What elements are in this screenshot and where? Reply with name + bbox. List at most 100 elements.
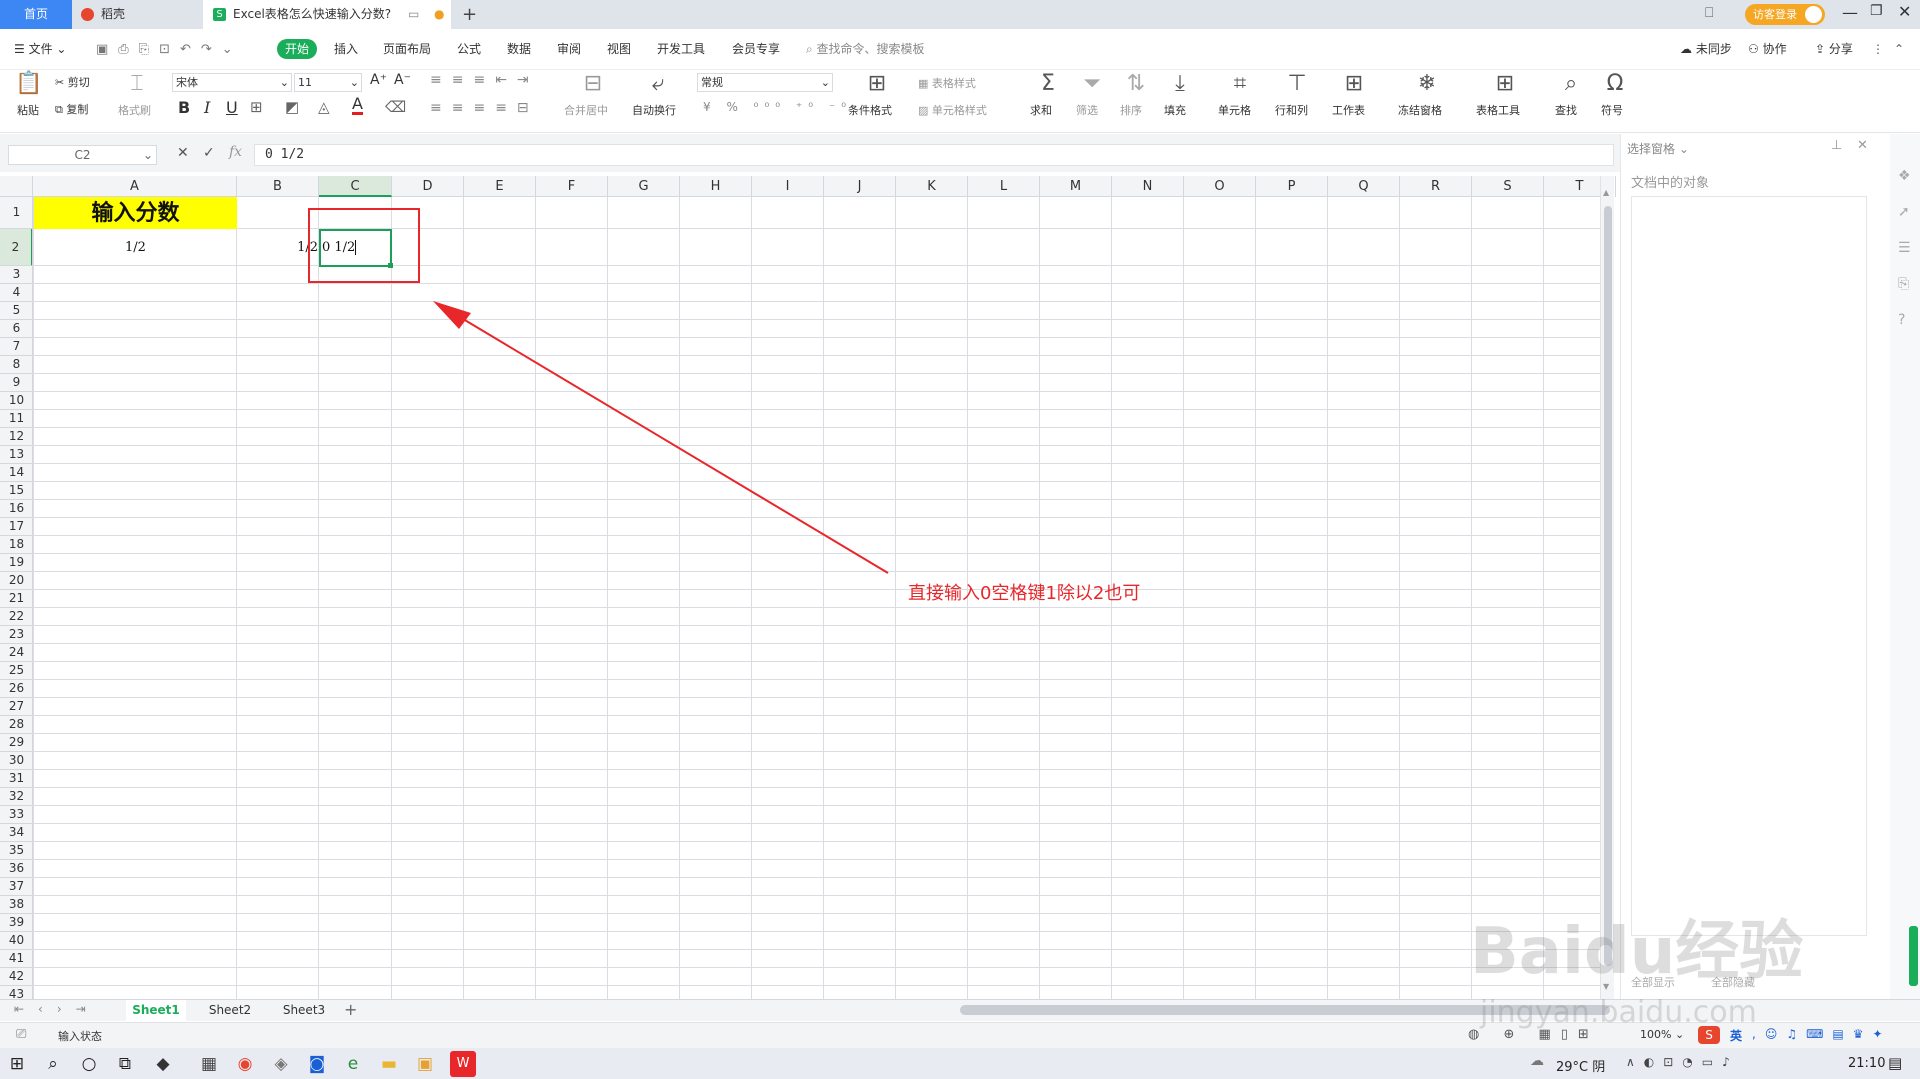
edge-icon[interactable]: e (340, 1051, 366, 1077)
task-view-icon[interactable]: ⧉ (112, 1051, 138, 1077)
more-icon[interactable]: ⋮ (1872, 29, 1884, 70)
scroll-up-icon[interactable]: ▲ (1603, 188, 1609, 197)
find-button[interactable]: 查找 (1555, 102, 1577, 118)
column-header-r[interactable]: R (1400, 176, 1472, 197)
clock[interactable]: 21:10 (1848, 1056, 1885, 1071)
style-icon[interactable]: ❖ (1898, 168, 1911, 184)
row-header-43[interactable]: 43 (0, 986, 32, 1000)
app-icon-5[interactable]: ▣ (412, 1051, 438, 1077)
underline-icon[interactable]: U (226, 98, 238, 117)
font-color-icon[interactable]: A (352, 96, 363, 115)
fill-icon[interactable]: ⤓ (1165, 72, 1195, 96)
object-list[interactable] (1631, 196, 1867, 936)
column-header-f[interactable]: F (536, 176, 608, 197)
menu-start[interactable]: 开始 (277, 39, 317, 59)
minimize-icon[interactable]: — (1842, 3, 1858, 22)
formula-input[interactable]: 0 1/2 (254, 144, 1614, 166)
row-header-19[interactable]: 19 (0, 554, 32, 572)
copy-button[interactable]: ⧉ 复制 (55, 101, 88, 117)
number-icons[interactable]: ¥ % ⁰⁰⁰ ⁺⁰ ⁻⁰ (703, 100, 852, 114)
menu-review[interactable]: 审阅 (557, 29, 581, 70)
tab-home[interactable]: 首页 (0, 0, 72, 29)
collapse-ribbon-icon[interactable]: ⌃ (1894, 29, 1904, 70)
row-header-27[interactable]: 27 (0, 698, 32, 716)
row-header-31[interactable]: 31 (0, 770, 32, 788)
app-icon-4[interactable]: ◙ (304, 1051, 330, 1077)
row-header-20[interactable]: 20 (0, 572, 32, 590)
scroll-thumb[interactable] (1604, 206, 1612, 966)
row-header-41[interactable]: 41 (0, 950, 32, 968)
select-icon[interactable]: ➚ (1898, 204, 1910, 220)
row-header-2[interactable]: 2 (0, 229, 32, 266)
pin-icon[interactable]: ⊥ (1831, 138, 1842, 153)
row-header-5[interactable]: 5 (0, 302, 32, 320)
column-header-e[interactable]: E (464, 176, 536, 197)
bold-icon[interactable]: B (178, 98, 190, 117)
filter-icon[interactable]: ⏷ (1077, 72, 1107, 96)
brush-icon[interactable]: ⌶ (124, 72, 150, 96)
app-icon-2[interactable]: ◉ (232, 1051, 258, 1077)
column-header-d[interactable]: D (392, 176, 464, 197)
menu-formula[interactable]: 公式 (457, 29, 481, 70)
row-header-37[interactable]: 37 (0, 878, 32, 896)
confirm-icon[interactable]: ✓ (203, 145, 215, 161)
share-button[interactable]: ⇪ 分享 (1815, 29, 1853, 70)
calculator-icon[interactable]: ▦ (196, 1051, 222, 1077)
folder-icon[interactable]: ▬ (376, 1051, 402, 1077)
cell-grid[interactable]: 输入分数 1/2 1/2 0 1/2 直接输入0空格键1除以2也可 (33, 197, 1600, 1000)
column-header-m[interactable]: M (1040, 176, 1112, 197)
row-header-6[interactable]: 6 (0, 320, 32, 338)
login-button[interactable]: 访客登录 (1745, 4, 1825, 25)
row-header-11[interactable]: 11 (0, 410, 32, 428)
column-header-c[interactable]: C (319, 176, 392, 197)
paste-button[interactable]: 粘贴 (10, 102, 46, 118)
row-header-3[interactable]: 3 (0, 266, 32, 284)
merge-icon[interactable]: ⊟ (578, 72, 608, 96)
new-tab-button[interactable]: + (462, 0, 477, 29)
italic-icon[interactable]: I (204, 98, 210, 117)
filter-button[interactable]: 筛选 (1076, 102, 1098, 118)
column-header-q[interactable]: Q (1328, 176, 1400, 197)
row-header-35[interactable]: 35 (0, 842, 32, 860)
vertical-scrollbar[interactable]: ▲ ▼ (1600, 176, 1614, 1000)
row-header-15[interactable]: 15 (0, 482, 32, 500)
menu-member[interactable]: 会员专享 (732, 29, 780, 70)
column-header-p[interactable]: P (1256, 176, 1328, 197)
tab-daoke[interactable]: 稻壳 (73, 0, 201, 29)
windows-start-icon[interactable]: ⊞ (4, 1051, 30, 1077)
menu-developer[interactable]: 开发工具 (657, 29, 705, 70)
sheet-tab-3[interactable]: Sheet3 (274, 1000, 334, 1021)
column-header-s[interactable]: S (1472, 176, 1544, 197)
row-header-40[interactable]: 40 (0, 932, 32, 950)
row-header-4[interactable]: 4 (0, 284, 32, 302)
row-header-33[interactable]: 33 (0, 806, 32, 824)
fill-button[interactable]: 填充 (1164, 102, 1186, 118)
row-header-28[interactable]: 28 (0, 716, 32, 734)
column-header-h[interactable]: H (680, 176, 752, 197)
app-icon-1[interactable]: ◆ (150, 1051, 176, 1077)
sort-button[interactable]: 排序 (1120, 102, 1142, 118)
worksheet-button[interactable]: 工作表 (1332, 102, 1365, 118)
cell-style-button[interactable]: ▨ 单元格样式 (918, 102, 987, 118)
sum-icon[interactable]: Σ (1033, 72, 1063, 96)
row-header-7[interactable]: 7 (0, 338, 32, 356)
paste-icon[interactable]: 📋 (14, 72, 44, 96)
table-style-button[interactable]: ▦ 表格样式 (918, 75, 976, 91)
sheet-tab-1[interactable]: Sheet1 (126, 1000, 186, 1021)
row-header-42[interactable]: 42 (0, 968, 32, 986)
notification-icon[interactable]: ▤ (1888, 1054, 1902, 1072)
omega-icon[interactable]: Ω (1600, 72, 1630, 96)
property-icon[interactable]: ☰ (1898, 240, 1911, 256)
pane-close-icon[interactable]: ✕ (1857, 138, 1868, 153)
freeze-panes-button[interactable]: 冻结窗格 (1398, 102, 1442, 118)
row-header-12[interactable]: 12 (0, 428, 32, 446)
row-header-23[interactable]: 23 (0, 626, 32, 644)
shading-icon[interactable]: ◬ (318, 98, 330, 116)
row-header-38[interactable]: 38 (0, 896, 32, 914)
row-header-1[interactable]: 1 (0, 197, 32, 229)
reading-mode-icon[interactable]: ⎕ (1705, 5, 1713, 21)
grow-font-icon[interactable]: A⁺ (370, 72, 387, 88)
column-header-n[interactable]: N (1112, 176, 1184, 197)
function-icon[interactable]: fx (229, 144, 242, 160)
column-header-o[interactable]: O (1184, 176, 1256, 197)
